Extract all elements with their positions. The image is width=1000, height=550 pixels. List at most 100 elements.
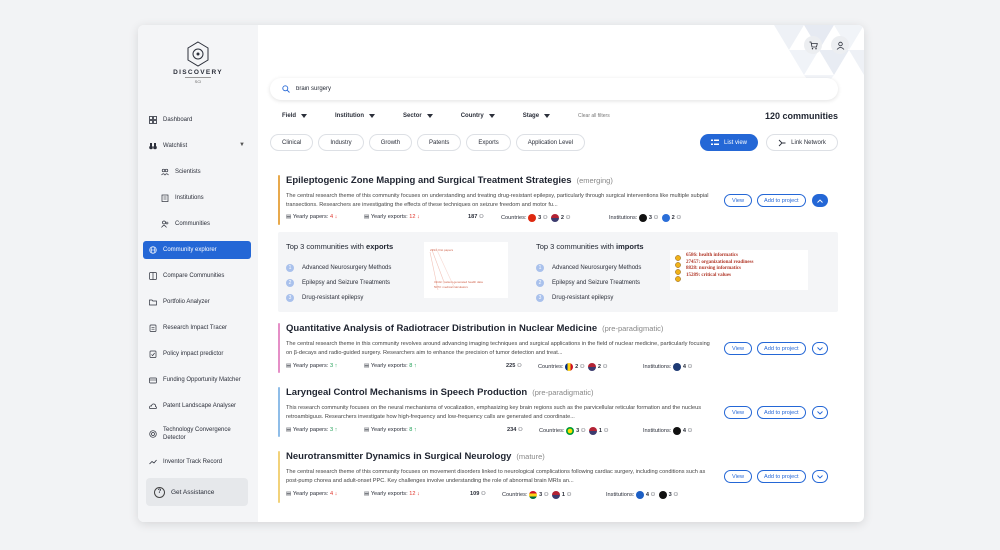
sidebar-item-community-explorer[interactable]: Community explorer: [143, 241, 251, 259]
logo-subtext: SCI: [185, 77, 211, 84]
view-button[interactable]: View: [724, 406, 753, 419]
search-input[interactable]: [296, 86, 596, 92]
chip-application-level[interactable]: Application Level: [515, 134, 586, 151]
chip-patents[interactable]: Patents: [417, 134, 462, 151]
sidebar-item-policy-impact-predictor[interactable]: Policy impact predictor: [143, 345, 251, 363]
sidebar-item-dashboard[interactable]: Dashboard: [143, 111, 251, 129]
chip-exports[interactable]: Exports: [466, 134, 511, 151]
link-network-button[interactable]: Link Network: [766, 134, 838, 151]
rank-badge: 3: [286, 293, 294, 302]
community-stats: ▤ Yearly papers: 4 ↓ ▤ Yearly exports: 1…: [286, 491, 712, 501]
list-item[interactable]: 1 Advanced Neurosurgery Methods: [536, 260, 641, 275]
view-button[interactable]: View: [724, 194, 753, 207]
chip-growth[interactable]: Growth: [368, 134, 413, 151]
add-to-project-button[interactable]: Add to project: [757, 406, 806, 419]
filter-stage[interactable]: Stage: [523, 113, 551, 119]
clear-filters-link[interactable]: Clear all filters: [578, 113, 610, 119]
list-item[interactable]: 3 Drug-resistant epilepsy: [286, 290, 391, 305]
list-item[interactable]: 3 Drug-resistant epilepsy: [536, 290, 641, 305]
sidebar-item-watchlist[interactable]: Watchlist ▼: [143, 137, 251, 155]
search-bar[interactable]: [270, 78, 838, 100]
filter-institution[interactable]: Institution: [335, 113, 376, 119]
expand-button[interactable]: [811, 470, 828, 483]
list-view-button[interactable]: List view: [700, 134, 758, 151]
sidebar-item-portfolio-analyzer[interactable]: Portfolio Analyzer: [143, 293, 251, 311]
imports-network-thumbnail[interactable]: 6586: health informatics 27457: organiza…: [670, 250, 808, 290]
sidebar-item-research-impact-tracer[interactable]: Research Impact Tracer: [143, 319, 251, 337]
profile-button[interactable]: [831, 36, 849, 54]
sidebar-item-label: Technology Convergence Detector: [163, 427, 231, 441]
list-item[interactable]: 2 Epilepsy and Seizure Treatments: [286, 275, 391, 290]
add-to-project-button[interactable]: Add to project: [757, 470, 806, 483]
chip-industry[interactable]: Industry: [318, 134, 364, 151]
sidebar-item-institutions[interactable]: Institutions: [143, 189, 251, 207]
filter-country[interactable]: Country: [461, 113, 495, 119]
globe-icon: [149, 246, 157, 254]
exports-network-thumbnail[interactable]: 2394: first papers 3110c: patient-genera…: [424, 242, 508, 298]
sidebar-item-inventor-track-record[interactable]: Inventor Track Record: [143, 453, 251, 471]
caret-down-icon: [426, 114, 433, 118]
chip-clinical[interactable]: Clinical: [270, 134, 314, 151]
filter-field[interactable]: Field: [282, 113, 308, 119]
expand-button[interactable]: [811, 406, 828, 419]
result-count: 120 communities: [764, 111, 838, 121]
view-button[interactable]: View: [724, 470, 753, 483]
cart-button[interactable]: [804, 36, 822, 54]
expand-button[interactable]: [811, 342, 828, 355]
countries: Countries: 3 ⚇ 2 ⚇: [501, 214, 571, 222]
chevron-down-icon[interactable]: ▼: [239, 142, 245, 148]
community-title[interactable]: Neurotransmitter Dynamics in Surgical Ne…: [286, 451, 545, 462]
card-accent-bar: [278, 323, 280, 373]
thumb-label: 27457: organizational readiness: [686, 260, 754, 265]
community-description: The central research theme in this commu…: [286, 341, 710, 356]
sidebar-item-funding-opportunity-matcher[interactable]: Funding Opportunity Matcher: [143, 371, 251, 389]
members-icon: ⚇: [653, 215, 659, 221]
sidebar-item-technology-convergence-detector[interactable]: Technology Convergence Detector: [143, 423, 251, 445]
sidebar-item-compare-communities[interactable]: Compare Communities: [143, 267, 251, 285]
filter-label: Sector: [403, 113, 422, 119]
add-to-project-button[interactable]: Add to project: [757, 194, 806, 207]
members-icon: ⚇: [687, 428, 693, 434]
sidebar-item-patent-landscape-analyser[interactable]: Patent Landscape Analyser: [143, 397, 251, 415]
countries: Countries: 3 ⚇ 1 ⚇: [502, 491, 572, 499]
sidebar-item-label: Patent Landscape Analyser: [163, 403, 237, 409]
yearly-papers: ▤ Yearly papers: 4 ↓: [286, 491, 338, 497]
members-icon: ⚇: [542, 215, 548, 221]
dashboard-icon: [149, 116, 157, 124]
filter-sector[interactable]: Sector: [403, 113, 433, 119]
community-stats: ▤ Yearly papers: 4 ↓ ▤ Yearly exports: 1…: [286, 214, 712, 224]
community-stage: (pre-paradigmatic): [602, 324, 664, 333]
collapse-button[interactable]: [811, 194, 828, 207]
get-assistance-button[interactable]: ? Get Assistance: [146, 478, 248, 506]
track-icon: [149, 459, 157, 465]
add-to-project-button[interactable]: Add to project: [757, 342, 806, 355]
members-icon: ⚇: [673, 492, 679, 498]
members-icon: ⚇: [517, 427, 523, 433]
binoculars-icon: [149, 143, 157, 150]
imports-list: 1 Advanced Neurosurgery Methods 2 Epilepsy…: [536, 260, 641, 305]
view-button[interactable]: View: [724, 342, 753, 355]
community-card[interactable]: Neurotransmitter Dynamics in Surgical Ne…: [278, 451, 838, 503]
yearly-papers: ▤ Yearly papers: 3 ↑: [286, 427, 338, 433]
community-card[interactable]: Epileptogenic Zone Mapping and Surgical …: [278, 175, 838, 225]
yearly-exports: ▤ Yearly exports: 8 ↑: [364, 427, 417, 433]
sidebar-item-communities[interactable]: Communities: [143, 215, 251, 233]
flag-brazil-icon: [566, 427, 575, 435]
list-item[interactable]: 1 Advanced Neurosurgery Methods: [286, 260, 391, 275]
community-title[interactable]: Laryngeal Control Mechanisms in Speech P…: [286, 387, 594, 398]
community-title[interactable]: Quantitative Analysis of Radiotracer Dis…: [286, 323, 663, 334]
members-icon: ⚇: [480, 491, 486, 497]
institutions: Institutions: 4 ⚇: [643, 427, 693, 435]
logo[interactable]: DISCOVERY SCI: [168, 41, 228, 84]
list-item[interactable]: 2 Epilepsy and Seizure Treatments: [536, 275, 641, 290]
thumb-label: 5073: medical calculators: [434, 285, 468, 289]
chevron-down-icon: [816, 410, 823, 415]
community-title[interactable]: Epileptogenic Zone Mapping and Surgical …: [286, 175, 613, 186]
sidebar-item-scientists[interactable]: Scientists: [143, 163, 251, 181]
yearly-exports: ▤ Yearly exports: 8 ↑: [364, 363, 417, 369]
flag-usa-icon: [587, 363, 596, 371]
flag-ghana-icon: [529, 491, 538, 499]
community-card[interactable]: Quantitative Analysis of Radiotracer Dis…: [278, 323, 838, 373]
community-card[interactable]: Laryngeal Control Mechanisms in Speech P…: [278, 387, 838, 437]
members-icon: ⚇: [516, 363, 522, 369]
